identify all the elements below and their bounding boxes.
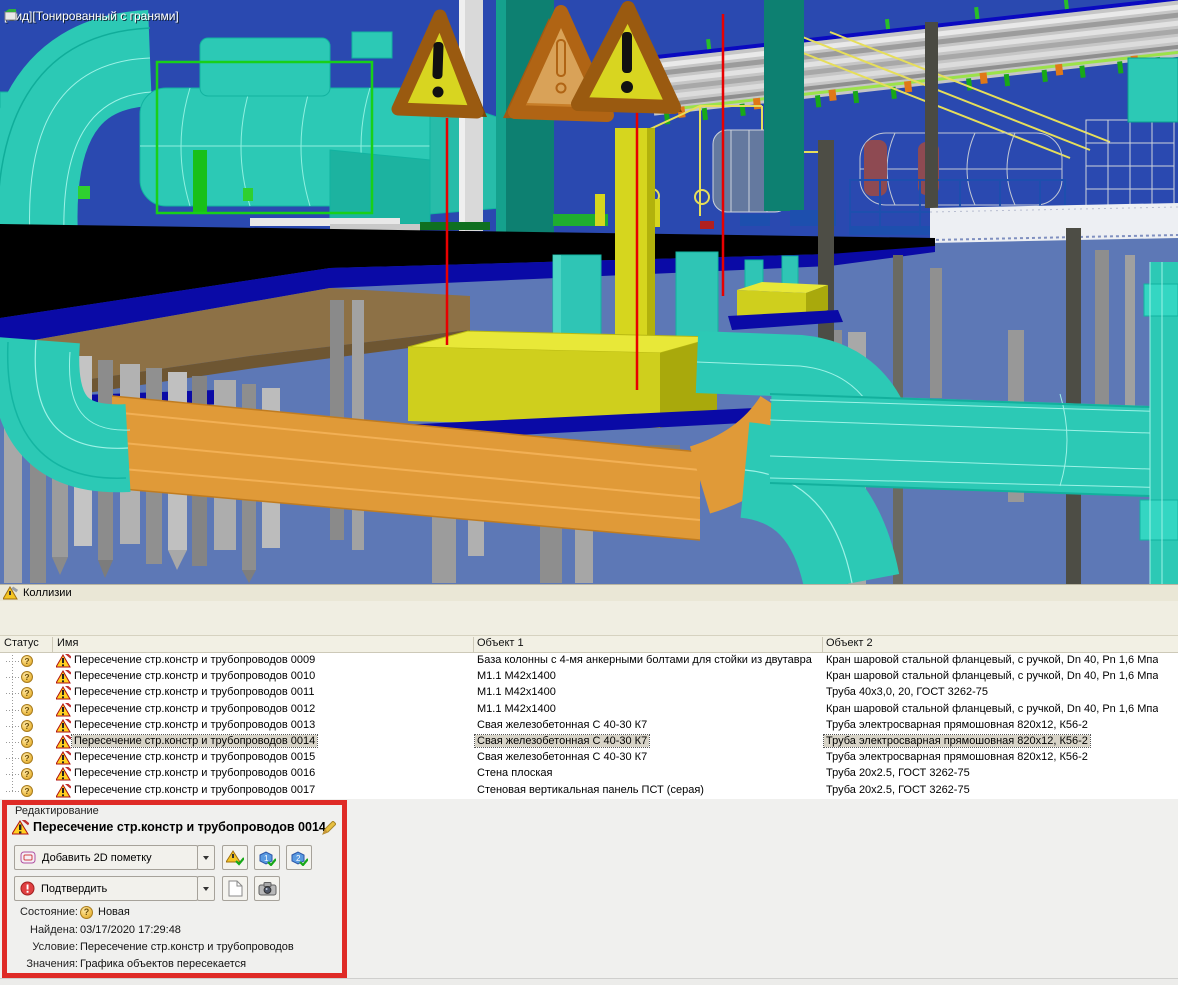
highlight-rectangle bbox=[2, 800, 347, 978]
collision-row[interactable]: ? Пересечение стр.констр и трубопроводов… bbox=[0, 669, 1178, 685]
collisions-panel-header: Коллизии bbox=[0, 584, 1178, 601]
collision-row[interactable]: ? Пересечение стр.констр и трубопроводов… bbox=[0, 653, 1178, 669]
collision-warning-icon bbox=[56, 654, 71, 668]
panel-title: Коллизии bbox=[23, 587, 72, 599]
status-icon: ? bbox=[21, 736, 33, 748]
collision-object2: Труба 20х2.5, ГОСТ 3262-75 bbox=[826, 784, 970, 796]
status-icon: ? bbox=[21, 687, 33, 699]
collision-warning-icon bbox=[56, 670, 71, 684]
collision-warning-icon bbox=[56, 719, 71, 733]
collision-object2: Труба 40х3,0, 20, ГОСТ 3262-75 bbox=[826, 686, 988, 698]
collision-object1: Свая железобетонная С 40-30 К7 bbox=[475, 735, 649, 747]
collision-row[interactable]: ? Пересечение стр.констр и трубопроводов… bbox=[0, 783, 1178, 799]
collision-row[interactable]: ? Пересечение стр.констр и трубопроводов… bbox=[0, 750, 1178, 766]
view-mode-label: [Вид][Тонированный с гранями] bbox=[4, 9, 179, 23]
header-name[interactable]: Имя bbox=[57, 637, 78, 649]
collision-warning-icon bbox=[56, 751, 71, 765]
3d-scene bbox=[0, 0, 1178, 584]
collision-object2: Труба электросварная прямошовная 820х12,… bbox=[826, 719, 1088, 731]
bottom-resize-strip bbox=[0, 978, 1178, 985]
collision-object1: Стена плоская bbox=[477, 767, 552, 779]
header-status[interactable]: Статус bbox=[4, 637, 39, 649]
collisions-panel-icon bbox=[3, 586, 18, 600]
collision-object1: Свая железобетонная С 40-30 К7 bbox=[477, 719, 647, 731]
view-mode-icon bbox=[4, 9, 18, 21]
status-icon: ? bbox=[21, 720, 33, 732]
tree-branch bbox=[6, 677, 19, 678]
collision-name: Пересечение стр.констр и трубопроводов 0… bbox=[74, 784, 315, 796]
tree-branch bbox=[6, 742, 19, 743]
collision-name: Пересечение стр.констр и трубопроводов 0… bbox=[74, 686, 314, 698]
collision-object2: Труба 20х2.5, ГОСТ 3262-75 bbox=[826, 767, 970, 779]
collision-warning-icon bbox=[56, 784, 71, 798]
application-window: [Вид][Тонированный с гранями] Коллизии bbox=[0, 0, 1178, 985]
collision-object2: Кран шаровой стальной фланцевый, с ручко… bbox=[826, 654, 1158, 666]
collision-object2: Кран шаровой стальной фланцевый, с ручко… bbox=[826, 670, 1158, 682]
tree-branch bbox=[6, 791, 19, 792]
collision-warning-icon bbox=[56, 735, 71, 749]
collision-row[interactable]: ? Пересечение стр.констр и трубопроводов… bbox=[0, 734, 1178, 750]
table-header: Статус Имя Объект 1 Объект 2 bbox=[0, 636, 1178, 653]
collision-name: Пересечение стр.констр и трубопроводов 0… bbox=[74, 719, 315, 731]
tree-branch bbox=[6, 774, 19, 775]
tree-branch bbox=[6, 661, 19, 662]
collision-object1: База колонны с 4-мя анкерными болтами дл… bbox=[477, 654, 812, 666]
collisions-toolbar bbox=[0, 601, 1178, 636]
header-object2[interactable]: Объект 2 bbox=[826, 637, 873, 649]
status-icon: ? bbox=[21, 704, 33, 716]
tree-branch bbox=[6, 710, 19, 711]
collision-warning-icon bbox=[56, 703, 71, 717]
status-icon: ? bbox=[21, 671, 33, 683]
collision-row[interactable]: ? Пересечение стр.констр и трубопроводов… bbox=[0, 766, 1178, 782]
white-band bbox=[930, 203, 1178, 243]
status-icon: ? bbox=[21, 752, 33, 764]
collision-object1: Стеновая вертикальная панель ПСТ (серая) bbox=[477, 784, 704, 796]
collision-object1: М1.1 М42х1400 bbox=[477, 703, 556, 715]
collision-row[interactable]: ? Пересечение стр.констр и трубопроводов… bbox=[0, 718, 1178, 734]
collision-name: Пересечение стр.констр и трубопроводов 0… bbox=[74, 703, 315, 715]
collision-object2: Труба электросварная прямошовная 820х12,… bbox=[824, 735, 1090, 747]
3d-viewport[interactable]: [Вид][Тонированный с гранями] bbox=[0, 0, 1178, 584]
header-object1[interactable]: Объект 1 bbox=[477, 637, 524, 649]
status-icon: ? bbox=[21, 655, 33, 667]
collision-object1: М1.1 М42х1400 bbox=[477, 686, 556, 698]
collisions-table: ? Пересечение стр.констр и трубопроводов… bbox=[0, 653, 1178, 799]
collision-row[interactable]: ? Пересечение стр.констр и трубопроводов… bbox=[0, 685, 1178, 701]
collision-row[interactable]: ? Пересечение стр.констр и трубопроводов… bbox=[0, 702, 1178, 718]
collision-name: Пересечение стр.констр и трубопроводов 0… bbox=[74, 751, 315, 763]
tree-branch bbox=[6, 726, 19, 727]
collision-object1: Свая железобетонная С 40-30 К7 bbox=[477, 751, 647, 763]
tree-branch bbox=[6, 693, 19, 694]
collision-name: Пересечение стр.констр и трубопроводов 0… bbox=[74, 670, 315, 682]
collision-object1: М1.1 М42х1400 bbox=[477, 670, 556, 682]
status-icon: ? bbox=[21, 768, 33, 780]
collision-name: Пересечение стр.констр и трубопроводов 0… bbox=[72, 735, 317, 747]
view-mode-indicator: [Вид][Тонированный с гранями] bbox=[4, 9, 179, 23]
collision-warning-icon bbox=[56, 767, 71, 781]
collision-warning-icon bbox=[56, 686, 71, 700]
collision-name: Пересечение стр.констр и трубопроводов 0… bbox=[74, 767, 315, 779]
collision-object2: Труба электросварная прямошовная 820х12,… bbox=[826, 751, 1088, 763]
tree-branch bbox=[6, 758, 19, 759]
collision-name: Пересечение стр.констр и трубопроводов 0… bbox=[74, 654, 315, 666]
collision-object2: Кран шаровой стальной фланцевый, с ручко… bbox=[826, 703, 1158, 715]
status-icon: ? bbox=[21, 785, 33, 797]
